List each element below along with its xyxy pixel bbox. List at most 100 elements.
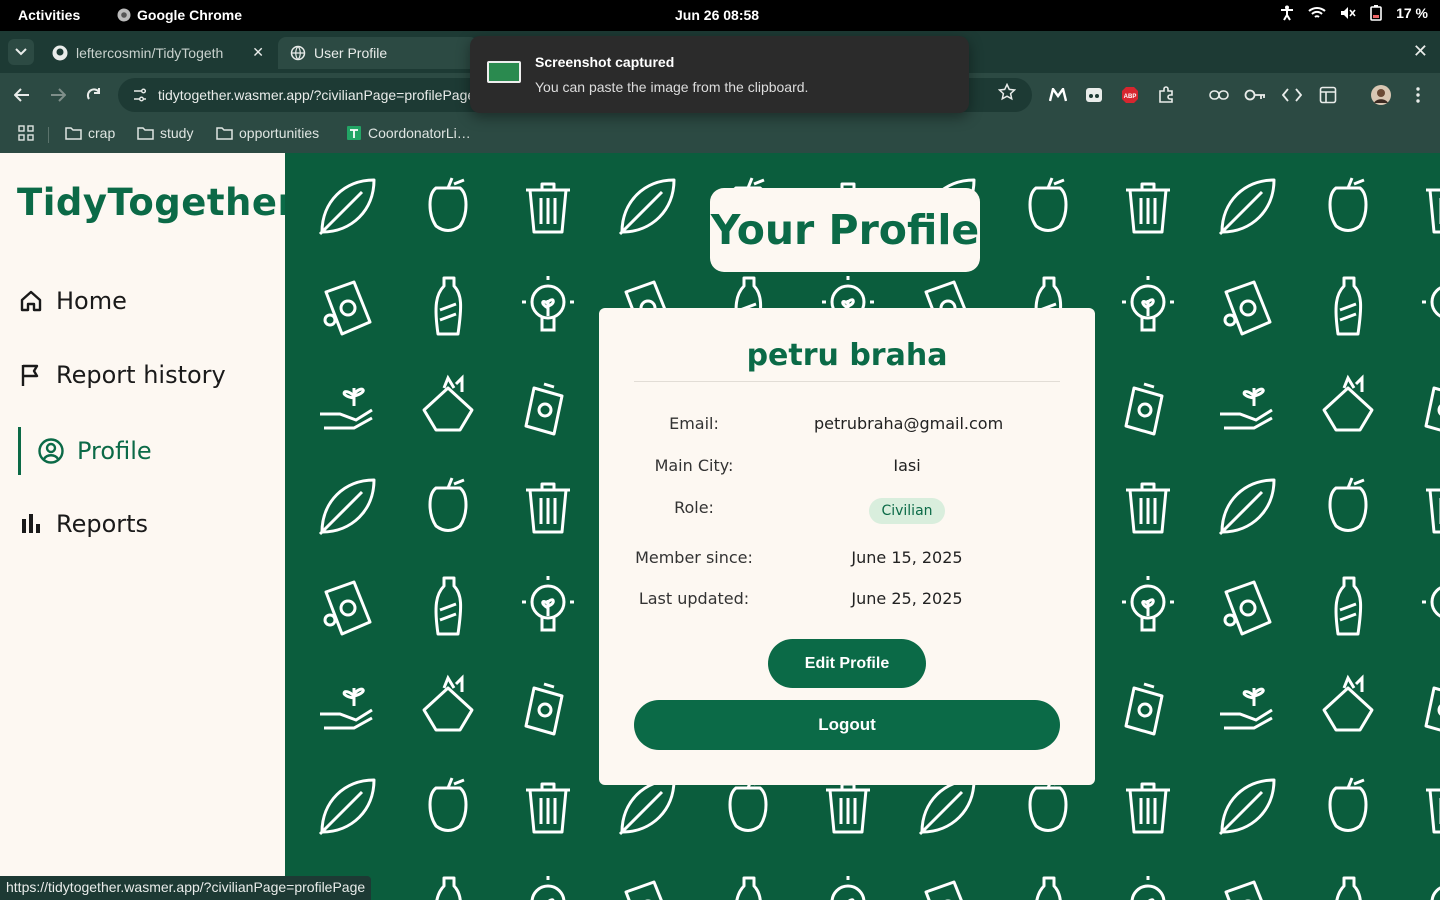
- activities-button[interactable]: Activities: [18, 7, 80, 23]
- plant-hand-icon: [318, 686, 374, 730]
- sidebar-item-home[interactable]: Home: [18, 287, 127, 315]
- apple-core-icon: [1328, 176, 1368, 232]
- tab-search-button[interactable]: [8, 39, 34, 65]
- sidebar-item-report-history[interactable]: Report history: [18, 361, 226, 389]
- member-since-value: June 15, 2025: [851, 548, 963, 567]
- screenshot-notification[interactable]: Screenshot captured You can paste the im…: [470, 36, 969, 113]
- page-title-card: Your Profile: [710, 188, 980, 272]
- edit-profile-button[interactable]: Edit Profile: [768, 639, 926, 688]
- page-title: Your Profile: [710, 206, 980, 254]
- link-icon[interactable]: [1207, 83, 1231, 107]
- member-since-label: Member since:: [635, 548, 753, 567]
- bottle-icon: [1034, 876, 1063, 900]
- chrome-icon: [117, 8, 131, 22]
- tab-user-profile[interactable]: User Profile: [278, 37, 478, 69]
- globe-icon: [290, 45, 306, 61]
- accessibility-icon[interactable]: [1280, 5, 1294, 21]
- app-name: Google Chrome: [137, 7, 243, 23]
- adblock-plus-icon[interactable]: ABP: [1118, 83, 1142, 107]
- bookmark-folder-opportunities[interactable]: opportunities: [216, 125, 319, 141]
- notification-body: You can paste the image from the clipboa…: [535, 79, 809, 95]
- arrow-left-icon: [14, 88, 29, 102]
- bottle-icon: [734, 876, 763, 900]
- sidebar-item-label: Reports: [56, 510, 149, 538]
- sidebar-item-label: Report history: [56, 361, 226, 389]
- email-label: Email:: [669, 414, 719, 433]
- profile-row-email: Email: petrubraha@gmail.com: [634, 414, 1060, 438]
- volume-muted-icon[interactable]: [1340, 6, 1356, 20]
- bag-icon: [422, 376, 474, 432]
- window-close-icon[interactable]: ✕: [1413, 41, 1428, 62]
- app-menu[interactable]: Google Chrome: [117, 7, 242, 23]
- bottle-icon: [434, 876, 463, 900]
- system-top-bar: Activities Google Chrome Jun 26 08:58 17…: [0, 0, 1440, 31]
- recycle-cup-icon: [923, 880, 972, 900]
- close-tab-icon[interactable]: ✕: [252, 44, 264, 61]
- svg-text:ABP: ABP: [1124, 94, 1137, 100]
- trash-bin-icon: [1424, 182, 1440, 234]
- app-sidebar: TidyTogether Home Report history Profile…: [0, 153, 296, 900]
- forward-button[interactable]: [46, 83, 70, 107]
- sidebar-item-reports[interactable]: Reports: [18, 510, 148, 538]
- trash-bin-icon: [524, 182, 572, 234]
- lightbulb-icon: [1120, 274, 1176, 332]
- trash-bin-icon: [1124, 182, 1172, 234]
- browser-menu-icon[interactable]: [1406, 83, 1430, 107]
- leaf-icon: [318, 478, 376, 536]
- bookmark-label: CoordonatorLi…: [368, 125, 471, 141]
- sidebar-item-profile[interactable]: Profile: [18, 427, 152, 475]
- apple-core-icon: [1028, 776, 1068, 832]
- leaf-icon: [1218, 778, 1276, 836]
- plant-hand-icon: [1218, 386, 1274, 430]
- sidebar-item-label: Profile: [77, 437, 152, 465]
- sheets-icon: [347, 126, 361, 140]
- leaf-icon: [618, 178, 676, 236]
- trash-bin-icon: [1424, 482, 1440, 534]
- wifi-icon[interactable]: [1308, 6, 1326, 20]
- plant-hand-icon: [1218, 686, 1274, 730]
- trash-bin-icon: [1124, 482, 1172, 534]
- profile-row-member-since: Member since: June 15, 2025: [634, 548, 1060, 572]
- sidebar-item-label: Home: [56, 287, 127, 315]
- battery-recycle-icon: [524, 682, 564, 736]
- battery-recycle-icon: [524, 382, 564, 436]
- tab-github[interactable]: leftercosmin/TidyTogeth ✕: [40, 37, 276, 69]
- bottle-icon: [1334, 276, 1363, 336]
- github-icon: [52, 45, 68, 61]
- last-updated-value: June 25, 2025: [851, 589, 963, 608]
- bottle-icon: [434, 576, 463, 636]
- clock[interactable]: Jun 26 08:58: [675, 7, 759, 23]
- system-tray[interactable]: 17 %: [1280, 5, 1428, 21]
- malwarebytes-extension-icon[interactable]: [1046, 83, 1070, 107]
- bookmark-label: study: [160, 125, 194, 141]
- side-panel-icon[interactable]: [1316, 83, 1340, 107]
- bag-icon: [422, 676, 474, 732]
- lightbulb-icon: [1420, 574, 1440, 632]
- profile-row-city: Main City: Iasi: [634, 456, 1060, 480]
- back-button[interactable]: [10, 83, 34, 107]
- bookmark-folder-study[interactable]: study: [137, 125, 193, 141]
- battery-percentage: 17 %: [1396, 5, 1428, 21]
- profile-avatar-icon[interactable]: [1369, 83, 1393, 107]
- logout-button[interactable]: Logout: [634, 700, 1060, 750]
- code-icon[interactable]: [1280, 83, 1304, 107]
- tab-title: User Profile: [314, 45, 388, 61]
- app-logo[interactable]: TidyTogether: [17, 181, 296, 224]
- bottle-icon: [434, 276, 463, 336]
- trash-bin-icon: [524, 482, 572, 534]
- extensions-puzzle-icon[interactable]: [1154, 83, 1178, 107]
- password-key-icon[interactable]: [1243, 83, 1267, 107]
- lightbulb-icon: [520, 274, 576, 332]
- extension-mask-icon[interactable]: [1082, 83, 1106, 107]
- apps-grid-icon[interactable]: [18, 125, 34, 141]
- bookmark-folder-crap[interactable]: crap: [65, 125, 115, 141]
- trash-bin-icon: [1424, 782, 1440, 834]
- site-settings-icon[interactable]: [132, 87, 148, 103]
- bookmark-star-icon[interactable]: [997, 82, 1017, 106]
- leaf-icon: [1218, 178, 1276, 236]
- bag-icon: [1322, 676, 1374, 732]
- leaf-icon: [318, 178, 376, 236]
- lightbulb-icon: [1120, 574, 1176, 632]
- reload-button[interactable]: [82, 83, 106, 107]
- bookmark-coordonatorli[interactable]: CoordonatorLi…: [346, 125, 471, 141]
